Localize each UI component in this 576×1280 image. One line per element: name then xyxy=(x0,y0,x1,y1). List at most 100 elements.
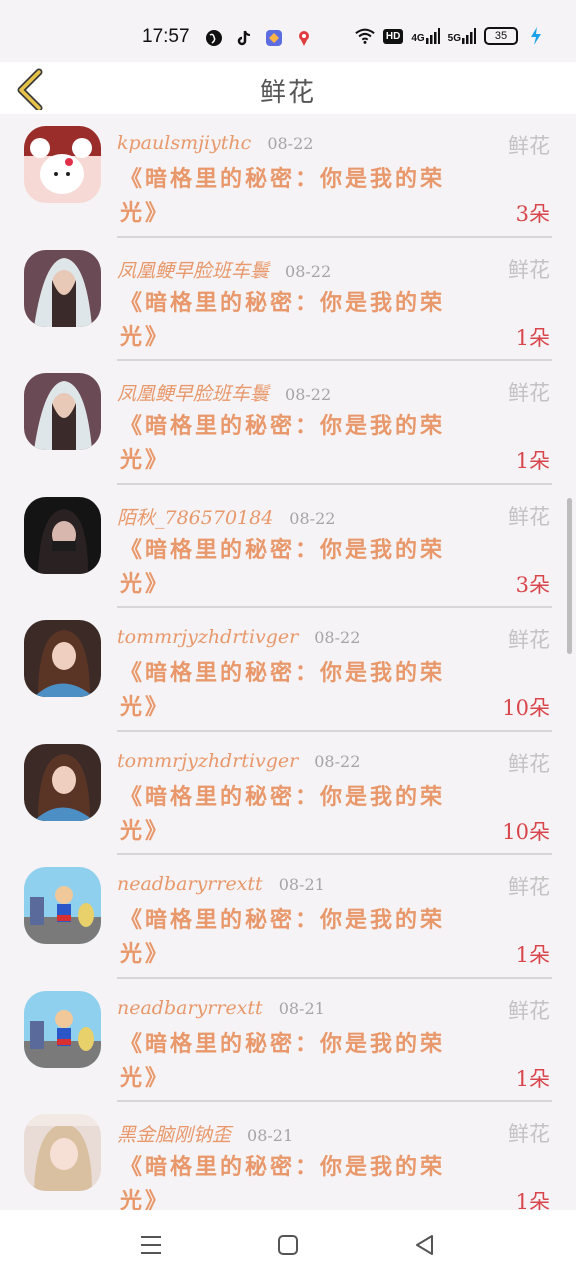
app-header: 鲜花 xyxy=(0,62,576,114)
name-line: tommrjyzhdrtivger 08-22 xyxy=(117,626,360,648)
avatar[interactable] xyxy=(24,743,101,821)
date: 08-22 xyxy=(314,628,361,647)
gift-name: 鲜花 xyxy=(508,1122,550,1146)
name-line: 黑金脑刚钠歪 08-21 xyxy=(117,1120,293,1147)
username[interactable]: neadbaryrrextt xyxy=(117,997,263,1019)
username[interactable]: 黑金脑刚钠歪 xyxy=(117,1120,231,1147)
list-item[interactable]: tommrjyzhdrtivger 08-22 鲜花 《暗格里的秘密：你是我的荣… xyxy=(0,608,576,732)
flower-count: 10朵 xyxy=(502,696,550,720)
flower-count: 1朵 xyxy=(515,1066,550,1091)
menu-icon xyxy=(141,1236,161,1254)
avatar[interactable] xyxy=(24,249,101,327)
book-title[interactable]: 《暗格里的秘密：你是我的荣光》 xyxy=(120,656,465,724)
gift-name: 鲜花 xyxy=(508,628,550,652)
date: 08-22 xyxy=(285,385,332,404)
status-time: 17:57 xyxy=(142,26,190,47)
notification-icons xyxy=(204,28,314,48)
battery-icon: 35 xyxy=(484,27,518,45)
gift-name: 鲜花 xyxy=(508,751,550,776)
gift-name: 鲜花 xyxy=(508,134,550,158)
flower-count: 10朵 xyxy=(502,819,550,844)
book-title[interactable]: 《暗格里的秘密：你是我的荣光》 xyxy=(120,780,465,848)
list-item[interactable]: neadbaryrrextt 08-21 鲜花 《暗格里的秘密：你是我的荣光》 … xyxy=(0,855,576,979)
hd-badge: HD xyxy=(382,28,404,44)
back-nav-button[interactable] xyxy=(412,1232,438,1258)
signal-5g-icon: 5G xyxy=(448,28,476,44)
gift-name: 鲜花 xyxy=(508,257,550,282)
flower-count: 1朵 xyxy=(515,943,550,967)
net2-label: 5G xyxy=(447,33,461,44)
flower-count: 1朵 xyxy=(515,449,550,473)
system-nav-bar xyxy=(0,1210,576,1280)
back-triangle-icon xyxy=(416,1235,433,1255)
book-title[interactable]: 《暗格里的秘密：你是我的荣光》 xyxy=(120,162,465,230)
date: 08-22 xyxy=(267,134,314,153)
username[interactable]: kpaulsmjiythc xyxy=(117,132,251,154)
book-title[interactable]: 《暗格里的秘密：你是我的荣光》 xyxy=(120,1027,465,1095)
book-title[interactable]: 《暗格里的秘密：你是我的荣光》 xyxy=(120,1150,465,1210)
flower-count: 3朵 xyxy=(515,202,550,226)
username[interactable]: neadbaryrrextt xyxy=(117,873,263,895)
globe-icon xyxy=(204,28,224,48)
date: 08-21 xyxy=(278,998,325,1018)
home-button[interactable] xyxy=(275,1232,301,1258)
avatar[interactable] xyxy=(24,620,101,697)
name-line: neadbaryrrextt 08-21 xyxy=(117,873,325,895)
gift-name: 鲜花 xyxy=(508,998,550,1023)
avatar[interactable] xyxy=(24,126,101,203)
home-square-icon xyxy=(278,1235,298,1255)
menu-button[interactable] xyxy=(138,1232,164,1258)
list-item[interactable]: kpaulsmjiythc 08-22 鲜花 《暗格里的秘密：你是我的荣光》 3… xyxy=(0,114,576,238)
date: 08-21 xyxy=(278,875,325,894)
book-title[interactable]: 《暗格里的秘密：你是我的荣光》 xyxy=(120,903,465,971)
name-line: 陌秋_786570184 08-22 xyxy=(117,503,335,530)
tiktok-icon xyxy=(234,28,254,48)
system-icons: HD 4G 5G 35 xyxy=(355,26,546,46)
avatar[interactable] xyxy=(24,867,101,944)
gift-name: 鲜花 xyxy=(508,504,550,529)
scrollbar[interactable] xyxy=(567,498,572,654)
username[interactable]: 凤凰鲠早脸班车鬟 xyxy=(117,256,269,283)
list-item[interactable]: 黑金脑刚钠歪 08-21 鲜花 《暗格里的秘密：你是我的荣光》 1朵 xyxy=(0,1102,576,1210)
name-line: 凤凰鲠早脸班车鬟 08-22 xyxy=(117,256,331,283)
date: 08-22 xyxy=(289,508,336,528)
battery-level: 35 xyxy=(494,30,508,42)
signal-4g-icon: 4G xyxy=(411,28,440,44)
net1-label: 4G xyxy=(411,33,425,44)
book-title[interactable]: 《暗格里的秘密：你是我的荣光》 xyxy=(120,286,465,354)
avatar[interactable] xyxy=(24,1114,101,1191)
date: 08-21 xyxy=(247,1126,294,1145)
name-line: tommrjyzhdrtivger 08-22 xyxy=(117,750,360,772)
status-bar: 17:57 HD 4G 5G 35 xyxy=(0,0,576,62)
page-title: 鲜花 xyxy=(259,78,316,108)
flower-count: 3朵 xyxy=(515,572,550,597)
location-app-icon xyxy=(294,28,314,48)
flower-count: 1朵 xyxy=(515,325,550,350)
date: 08-22 xyxy=(285,261,332,281)
book-title[interactable]: 《暗格里的秘密：你是我的荣光》 xyxy=(120,409,465,477)
username[interactable]: tommrjyzhdrtivger xyxy=(117,626,298,648)
name-line: 凤凰鲠早脸班车鬟 08-22 xyxy=(117,379,331,406)
name-line: neadbaryrrextt 08-21 xyxy=(117,997,325,1019)
app-icon xyxy=(264,28,284,48)
list-item[interactable]: 凤凰鲠早脸班车鬟 08-22 鲜花 《暗格里的秘密：你是我的荣光》 1朵 xyxy=(0,238,576,361)
list-item[interactable]: 陌秋_786570184 08-22 鲜花 《暗格里的秘密：你是我的荣光》 3朵 xyxy=(0,485,576,608)
charging-icon xyxy=(526,26,546,46)
username[interactable]: tommrjyzhdrtivger xyxy=(117,750,298,772)
avatar[interactable] xyxy=(24,496,101,574)
wifi-icon xyxy=(355,26,375,46)
list-item[interactable]: tommrjyzhdrtivger 08-22 鲜花 《暗格里的秘密：你是我的荣… xyxy=(0,732,576,855)
gift-name: 鲜花 xyxy=(508,381,550,405)
username[interactable]: 陌秋_786570184 xyxy=(117,503,273,530)
flower-count: 1朵 xyxy=(515,1190,550,1210)
date: 08-22 xyxy=(314,751,361,771)
list-item[interactable]: 凤凰鲠早脸班车鬟 08-22 鲜花 《暗格里的秘密：你是我的荣光》 1朵 xyxy=(0,361,576,485)
avatar[interactable] xyxy=(24,990,101,1068)
list-item[interactable]: neadbaryrrextt 08-21 鲜花 《暗格里的秘密：你是我的荣光》 … xyxy=(0,979,576,1102)
book-title[interactable]: 《暗格里的秘密：你是我的荣光》 xyxy=(120,533,465,601)
gift-name: 鲜花 xyxy=(508,875,550,899)
avatar[interactable] xyxy=(24,373,101,450)
username[interactable]: 凤凰鲠早脸班车鬟 xyxy=(117,379,269,406)
flower-gift-list[interactable]: kpaulsmjiythc 08-22 鲜花 《暗格里的秘密：你是我的荣光》 3… xyxy=(0,114,576,1210)
name-line: kpaulsmjiythc 08-22 xyxy=(117,132,313,154)
